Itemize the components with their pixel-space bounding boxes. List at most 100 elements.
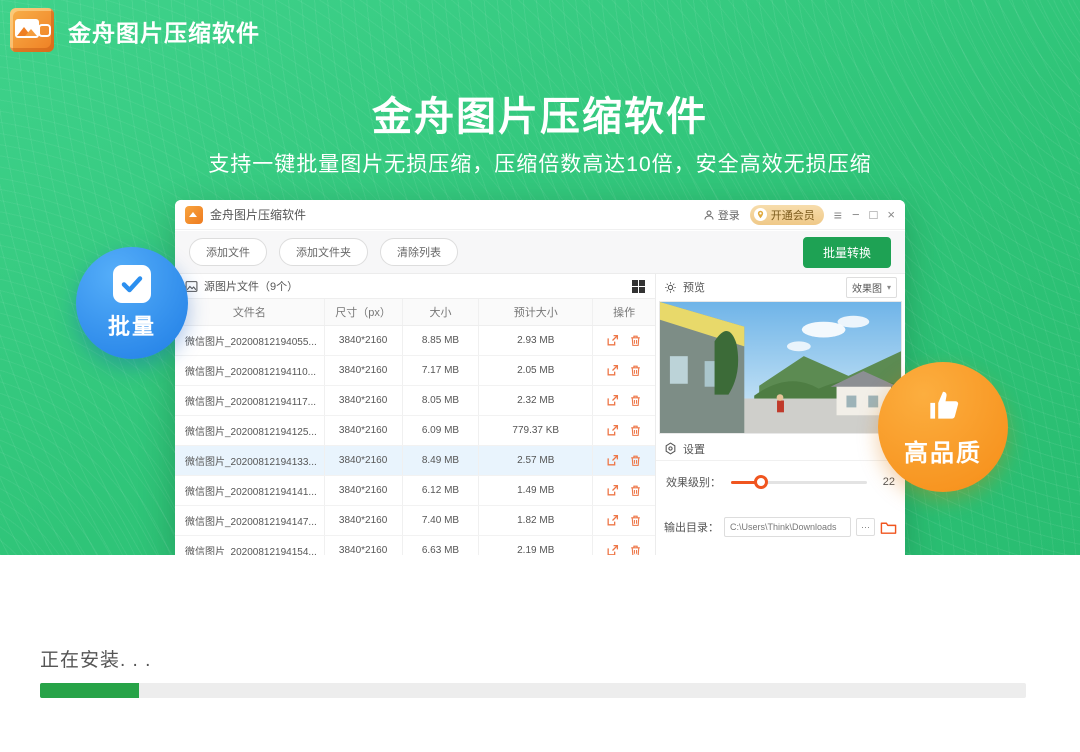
header-actions[interactable]: 操作 [593, 299, 655, 325]
open-file-icon[interactable] [606, 334, 619, 347]
table-row[interactable]: 微信图片_20200812194117... 3840*2160 8.05 MB… [175, 386, 655, 416]
estimated-size-cell: 2.19 MB [479, 536, 593, 555]
effect-level-slider[interactable] [731, 481, 867, 484]
delete-icon[interactable] [629, 424, 642, 437]
clear-list-button[interactable]: 清除列表 [380, 238, 458, 266]
maximize-icon[interactable]: □ [870, 208, 878, 221]
output-dir-label: 输出目录： [664, 519, 719, 535]
login-button[interactable]: 登录 [703, 207, 740, 223]
batch-badge: 批量 [76, 247, 188, 359]
open-file-icon[interactable] [606, 484, 619, 497]
app-window-preview: 金舟图片压缩软件 登录 开通会员 ≡ − □ × [175, 200, 905, 555]
window-logo-icon [185, 206, 203, 224]
folder-icon[interactable] [880, 520, 897, 535]
file-list-pane: 源图片文件（9个） 文件名 尺寸（px） 大小 预计大小 操作 微信图片_202… [175, 274, 656, 555]
open-file-icon[interactable] [606, 364, 619, 377]
header-size[interactable]: 大小 [403, 299, 480, 325]
file-name-cell: 微信图片_20200812194110... [175, 356, 325, 385]
open-file-icon[interactable] [606, 424, 619, 437]
file-name-cell: 微信图片_20200812194055... [175, 326, 325, 355]
header-estimated-size[interactable]: 预计大小 [479, 299, 593, 325]
estimated-size-cell: 2.57 MB [479, 446, 593, 475]
preview-mode-select[interactable]: 效果图 ▾ [846, 277, 897, 298]
size-cell: 6.12 MB [403, 476, 480, 505]
installer-footer: 正在安装. . . [0, 555, 1080, 752]
size-cell: 8.05 MB [403, 386, 480, 415]
table-row[interactable]: 微信图片_20200812194133... 3840*2160 8.49 MB… [175, 446, 655, 476]
size-cell: 7.40 MB [403, 506, 480, 535]
menu-icon[interactable]: ≡ [834, 208, 842, 222]
batch-convert-button[interactable]: 批量转换 [803, 237, 891, 268]
preview-icon [664, 281, 677, 294]
add-file-button[interactable]: 添加文件 [189, 238, 267, 266]
open-file-icon[interactable] [606, 394, 619, 407]
dimensions-cell: 3840*2160 [325, 506, 403, 535]
size-cell: 7.17 MB [403, 356, 480, 385]
size-cell: 8.85 MB [403, 326, 480, 355]
open-file-icon[interactable] [606, 544, 619, 555]
install-progress-fill [40, 683, 139, 698]
window-title: 金舟图片压缩软件 [210, 206, 306, 223]
estimated-size-cell: 2.32 MB [479, 386, 593, 415]
dimensions-cell: 3840*2160 [325, 326, 403, 355]
add-folder-button[interactable]: 添加文件夹 [279, 238, 368, 266]
table-row[interactable]: 微信图片_20200812194125... 3840*2160 6.09 MB… [175, 416, 655, 446]
preview-pane: 预览 效果图 ▾ [656, 274, 905, 555]
installer-screen: 金舟图片压缩软件 金舟图片压缩软件 支持一键批量图片无损压缩，压缩倍数高达10倍… [0, 0, 1080, 752]
dimensions-cell: 3840*2160 [325, 386, 403, 415]
browse-more-button[interactable]: ··· [856, 518, 875, 536]
header-dimensions[interactable]: 尺寸（px） [325, 299, 403, 325]
preview-label: 预览 [683, 279, 705, 295]
checkmark-icon [113, 265, 151, 303]
preview-image [659, 301, 902, 434]
delete-icon[interactable] [629, 394, 642, 407]
dimensions-cell: 3840*2160 [325, 416, 403, 445]
size-cell: 6.09 MB [403, 416, 480, 445]
effect-level-label: 效果级别： [666, 474, 721, 490]
table-row[interactable]: 微信图片_20200812194154... 3840*2160 6.63 MB… [175, 536, 655, 555]
install-progress-bar [40, 683, 1026, 698]
table-row[interactable]: 微信图片_20200812194147... 3840*2160 7.40 MB… [175, 506, 655, 536]
open-file-icon[interactable] [606, 454, 619, 467]
file-name-cell: 微信图片_20200812194154... [175, 536, 325, 555]
hero-banner: 金舟图片压缩软件 金舟图片压缩软件 支持一键批量图片无损压缩，压缩倍数高达10倍… [0, 0, 1080, 555]
app-logo-icon [10, 8, 56, 54]
delete-icon[interactable] [629, 544, 642, 555]
table-row[interactable]: 微信图片_20200812194055... 3840*2160 8.85 MB… [175, 326, 655, 356]
file-name-cell: 微信图片_20200812194133... [175, 446, 325, 475]
estimated-size-cell: 2.93 MB [479, 326, 593, 355]
brand: 金舟图片压缩软件 [10, 8, 260, 54]
delete-icon[interactable] [629, 514, 642, 527]
dimensions-cell: 3840*2160 [325, 536, 403, 555]
user-icon [703, 209, 715, 221]
close-icon[interactable]: × [887, 208, 895, 221]
delete-icon[interactable] [629, 334, 642, 347]
thumbs-up-icon [924, 387, 962, 425]
install-status-text: 正在安装. . . [40, 645, 151, 672]
chevron-down-icon: ▾ [887, 283, 891, 292]
vip-button[interactable]: 开通会员 [750, 205, 824, 225]
dimensions-cell: 3840*2160 [325, 476, 403, 505]
estimated-size-cell: 2.05 MB [479, 356, 593, 385]
file-name-cell: 微信图片_20200812194147... [175, 506, 325, 535]
delete-icon[interactable] [629, 484, 642, 497]
file-name-cell: 微信图片_20200812194141... [175, 476, 325, 505]
table-row[interactable]: 微信图片_20200812194141... 3840*2160 6.12 MB… [175, 476, 655, 506]
minimize-icon[interactable]: − [852, 208, 860, 221]
delete-icon[interactable] [629, 364, 642, 377]
hero-title: 金舟图片压缩软件 [0, 84, 1080, 142]
open-file-icon[interactable] [606, 514, 619, 527]
file-name-cell: 微信图片_20200812194125... [175, 416, 325, 445]
size-cell: 8.49 MB [403, 446, 480, 475]
login-label: 登录 [718, 207, 740, 223]
slider-handle[interactable] [754, 475, 768, 489]
grid-view-icon[interactable] [632, 280, 645, 293]
header-filename[interactable]: 文件名 [175, 299, 325, 325]
table-row[interactable]: 微信图片_20200812194110... 3840*2160 7.17 MB… [175, 356, 655, 386]
output-path-field[interactable]: C:\Users\Think\Downloads [724, 517, 851, 537]
estimated-size-cell: 1.49 MB [479, 476, 593, 505]
delete-icon[interactable] [629, 454, 642, 467]
quality-badge-label: 高品质 [904, 433, 982, 468]
settings-icon [664, 442, 677, 455]
brand-title: 金舟图片压缩软件 [68, 14, 260, 48]
